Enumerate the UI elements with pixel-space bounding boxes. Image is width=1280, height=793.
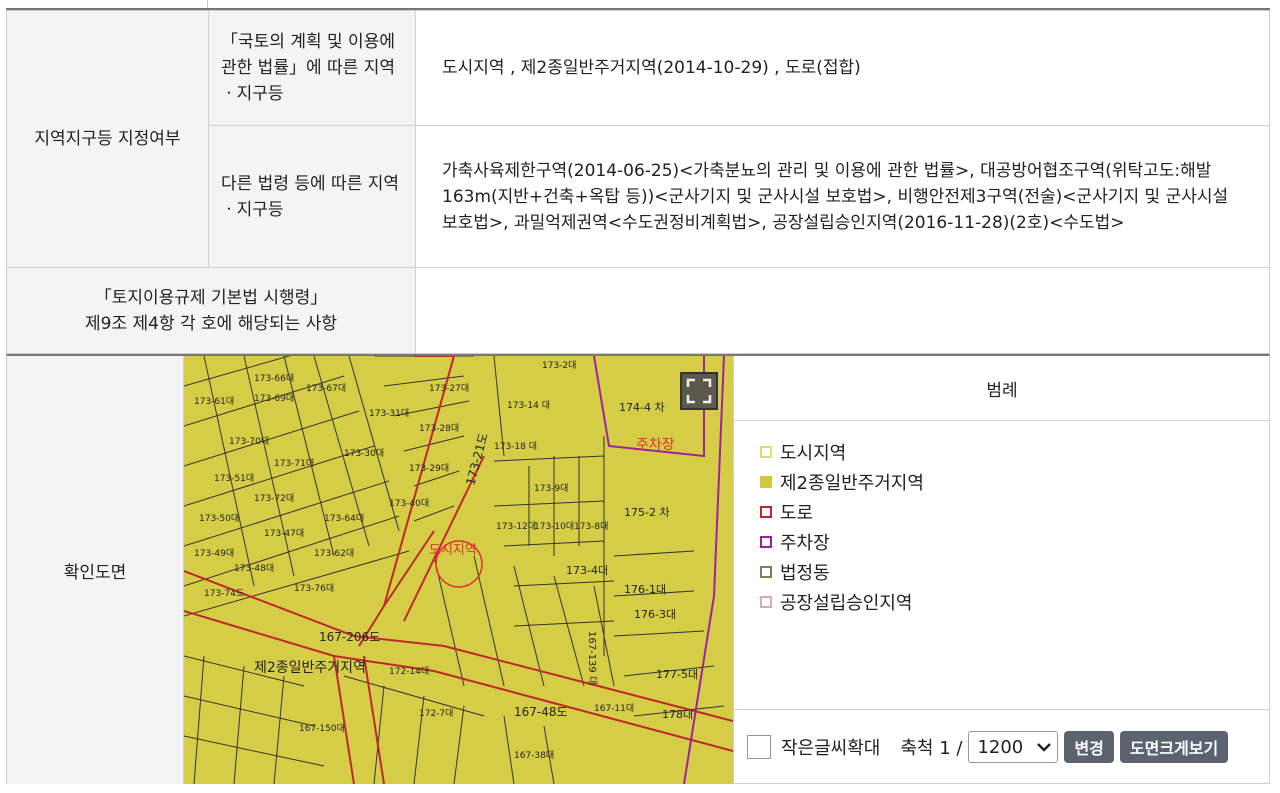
scale-select-value: 1200 <box>977 736 1024 758</box>
map-label-p4: 176-3대 <box>634 608 676 621</box>
legend-swatch-city-area <box>760 446 772 458</box>
zoning-designation-header: 지역지구등 지정여부 <box>6 10 209 268</box>
map-label-p27: 173-72대 <box>254 493 294 504</box>
confirm-map-label: 확인도면 <box>7 356 184 784</box>
map-label-p21: 173-27대 <box>429 383 469 394</box>
legend-swatch-zone2 <box>760 476 772 488</box>
map-label-p35: 173-76대 <box>294 583 334 594</box>
legend-item-zone2: 제2종일반주거지역 <box>760 467 1270 497</box>
confirm-map-section: 확인도면 174-4 차 175-2 차 176-1대 176-3대 177-5… <box>6 354 1270 784</box>
map-label-p11: 173-8대 <box>574 521 608 532</box>
scale-label: 축척 1 / <box>900 738 963 759</box>
other-laws-label: 다른 법령 등에 따른 지역ㆍ지구등 <box>208 125 416 268</box>
legend-label-road: 도로 <box>780 503 814 524</box>
map-label-p29: 173-50대 <box>199 513 239 524</box>
cadastral-map[interactable]: 174-4 차 175-2 차 176-1대 176-3대 177-5대 173… <box>184 356 733 784</box>
map-label-p25: 173-40대 <box>389 498 429 509</box>
legend-swatch-legal-dong <box>760 566 772 578</box>
map-label-p7: 173-18 대 <box>494 441 537 452</box>
map-label-p19: 173-69대 <box>254 393 294 404</box>
map-label-p26: 173-71대 <box>274 458 314 469</box>
enforcement-decree-value <box>415 267 1270 354</box>
other-laws-value: 가축사육제한구역(2014-06-25)<가축분뇨의 관리 및 이용에 관한 법… <box>415 125 1270 268</box>
map-label-p13: 173-2대 <box>542 360 576 371</box>
map-label-p6: 173-4대 <box>566 564 608 577</box>
legend-swatch-road <box>760 506 772 518</box>
map-legend-panel: 범례 도시지역 제2종일반주거지역 도로 주차장 법정동 공장설립승인지역 작은… <box>733 356 1270 784</box>
small-font-zoom-checkbox[interactable] <box>747 735 771 759</box>
map-label-p31: 173-48대 <box>234 563 274 574</box>
map-canvas: 174-4 차 175-2 차 176-1대 176-3대 177-5대 173… <box>184 356 733 784</box>
map-label-p36: 173-74도 <box>204 589 244 599</box>
map-label-p1: 174-4 차 <box>619 401 665 414</box>
map-label-road-a: 167-206도 <box>319 630 380 644</box>
map-label-p40: 167-11대 <box>594 703 634 714</box>
map-label-p15: 173-61대 <box>194 396 234 407</box>
legend-label-factory-approval: 공장설립승인지역 <box>780 593 913 614</box>
enforcement-decree-line1: 「토지이용규제 기본법 시행령」 <box>94 287 328 308</box>
map-label-road-b: 167-48도 <box>514 705 568 719</box>
map-label-p28: 173-51대 <box>214 473 254 484</box>
enforcement-decree-header: 「토지이용규제 기본법 시행령」 제9조 제4항 각 호에 해당되는 사항 <box>6 267 416 354</box>
map-label-p17: 173-67대 <box>306 383 346 394</box>
map-label-p16: 173-66대 <box>254 373 294 384</box>
legend-label-city-area: 도시지역 <box>780 443 847 464</box>
legend-swatch-parking <box>760 536 772 548</box>
map-label-p2: 175-2 차 <box>624 506 670 519</box>
legend-item-road: 도로 <box>760 497 1270 527</box>
small-font-zoom-label: 작은글씨확대 <box>781 738 881 759</box>
map-label-p9: 173-12대 <box>496 521 536 532</box>
legend-label-zone2: 제2종일반주거지역 <box>780 473 924 494</box>
change-scale-button[interactable]: 변경 <box>1064 731 1114 763</box>
legend-item-parking: 주차장 <box>760 527 1270 557</box>
legend-title: 범례 <box>734 356 1270 421</box>
national-planning-law-value: 도시지역 , 제2종일반주거지역(2014-10-29) , 도로(접합) <box>415 10 1270 126</box>
map-label-p12: 173-14 대 <box>507 400 550 411</box>
legend-item-factory-approval: 공장설립승인지역 <box>760 587 1270 617</box>
legend-item-city-area: 도시지역 <box>760 437 1270 467</box>
chevron-down-icon <box>1037 743 1052 752</box>
map-label-parking: 주차장 <box>636 437 675 453</box>
map-label-p34: 173-62대 <box>314 548 354 559</box>
map-label-p42: 167-150대 <box>299 723 345 734</box>
map-label-p10: 173-10대 <box>534 521 574 532</box>
legend-list: 도시지역 제2종일반주거지역 도로 주차장 법정동 공장설립승인지역 <box>734 421 1270 617</box>
map-label-p5: 177-5대 <box>656 668 698 681</box>
map-label-p18: 173-70대 <box>229 436 269 447</box>
map-label-p38: 172-7대 <box>419 708 453 719</box>
zoning-info-table: 지역지구등 지정여부 「국토의 계획 및 이용에 관한 법률」에 따른 지역ㆍ지… <box>6 10 1270 354</box>
map-label-p41: 178대 <box>662 708 693 721</box>
national-planning-law-label: 「국토의 계획 및 이용에 관한 법률」에 따른 지역ㆍ지구등 <box>208 10 416 126</box>
map-controls: 작은글씨확대 축척 1 / 1200 변경 도면크게보기 <box>734 709 1270 784</box>
map-label-p39: 167-38대 <box>514 750 554 761</box>
enforcement-decree-line2: 제9조 제4항 각 호에 해당되는 사항 <box>85 313 337 334</box>
map-label-p14: 167-139 대 <box>586 631 598 685</box>
map-label-p37: 172-14대 <box>389 666 429 677</box>
map-expand-button[interactable] <box>680 372 718 410</box>
map-label-p8: 173-9대 <box>534 483 568 494</box>
map-label-p24: 173-30대 <box>344 448 384 459</box>
map-label-p33: 173-64대 <box>324 513 364 524</box>
scale-select[interactable]: 1200 <box>968 731 1059 763</box>
map-label-zone2: 제2종일반주거지역 <box>254 660 366 676</box>
land-use-page: 지역지구등 지정여부 「국토의 계획 및 이용에 관한 법률」에 따른 지역ㆍ지… <box>0 0 1280 793</box>
top-table-edge <box>6 0 1270 10</box>
map-label-p3: 176-1대 <box>624 583 666 596</box>
legend-swatch-factory-approval <box>760 596 772 608</box>
legend-label-legal-dong: 법정동 <box>780 563 830 584</box>
map-label-p30: 173-49대 <box>194 548 234 559</box>
map-label-city-area: 도시지역 <box>429 543 477 558</box>
map-label-p22: 173-28대 <box>419 423 459 434</box>
fullscreen-icon <box>686 378 712 404</box>
map-label-p23: 173-29대 <box>409 463 449 474</box>
map-label-p20: 173-31대 <box>369 408 409 419</box>
map-label-p32: 173-47대 <box>264 528 304 539</box>
view-large-map-button[interactable]: 도면크게보기 <box>1119 731 1229 763</box>
legend-label-parking: 주차장 <box>780 533 830 554</box>
legend-item-legal-dong: 법정동 <box>760 557 1270 587</box>
